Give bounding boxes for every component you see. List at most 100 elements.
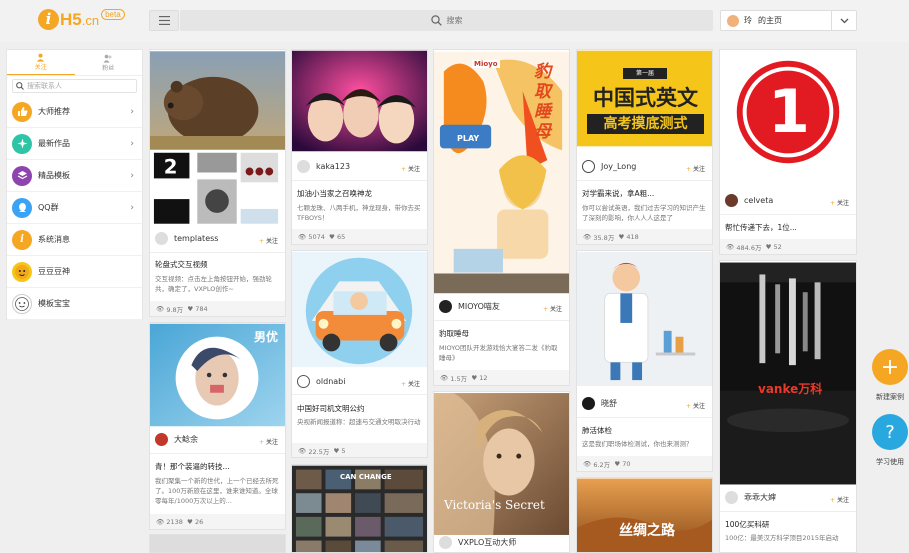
user-home-label: 的主页 — [758, 16, 782, 25]
menu-button[interactable] — [149, 10, 179, 31]
author[interactable]: VXPLO互动大师 — [439, 536, 516, 549]
hamburger-icon — [158, 16, 170, 25]
sidebar-item-template-baby[interactable]: 模板宝宝 — [7, 288, 142, 320]
contact-search-input[interactable]: 搜索联系人 — [12, 79, 137, 93]
author-name: templatess — [174, 234, 219, 243]
play-badge: PLAY — [457, 134, 480, 143]
heart-icon: ♥ — [187, 304, 194, 313]
divider — [150, 252, 285, 253]
view-count: 1.5万 — [450, 374, 468, 383]
user-avatar — [727, 14, 739, 27]
follow-button[interactable]: + 关注 — [401, 164, 420, 173]
work-card[interactable]: 2 templatess + 关注 轮盘式交互视频 交互视频：点击左上角按钮开始… — [149, 49, 286, 317]
layers-icon — [12, 165, 32, 186]
divider — [720, 214, 856, 215]
eye-icon: 👁 — [726, 242, 735, 251]
work-card[interactable]: kaka123 + 关注 加油小当家之召唤神龙 七颗龙珠、八两手机，神龙现身，带… — [291, 49, 428, 245]
sidebar-item-qq-group[interactable]: QQ群 › — [7, 192, 142, 224]
sidebar-item-doudou[interactable]: 豆豆豆神 — [7, 256, 142, 288]
work-card[interactable]: 1 celveta + 关注 帮忙传递下去，1位... 👁 484.6万 ♥ 5… — [719, 49, 857, 255]
like-count: 418 — [626, 232, 639, 241]
sidebar-item-latest-works[interactable]: 最新作品 › — [7, 128, 142, 160]
sidebar-item-label: 精品模板 — [38, 171, 70, 180]
follow-button[interactable]: + 关注 — [686, 164, 705, 173]
eye-icon: 👁 — [298, 232, 307, 241]
follow-button[interactable]: + 关注 — [686, 401, 705, 410]
follow-button[interactable]: + 关注 — [259, 437, 278, 446]
follow-button[interactable]: + 关注 — [543, 304, 562, 313]
work-title: 肺活体检 — [582, 426, 612, 435]
sidebar-item-premium-templates[interactable]: 精品模板 › — [7, 160, 142, 192]
author[interactable]: MIOYO喵友 — [439, 300, 500, 313]
search-input[interactable]: 搜索 — [180, 10, 713, 31]
sidebar-tabs: 关注 粉丝 — [7, 50, 142, 76]
author-name: 乖乖大婶 — [744, 493, 776, 502]
site-logo[interactable]: i H5 .cn beta — [38, 9, 125, 30]
divider — [577, 180, 712, 181]
divider — [150, 453, 285, 454]
author[interactable]: 晓舒 — [582, 397, 617, 410]
author[interactable]: 乖乖大婶 — [725, 491, 776, 504]
bean-avatar-icon — [12, 261, 32, 282]
author[interactable]: Joy_Long — [582, 160, 636, 173]
tab-fans-label: 粉丝 — [102, 64, 115, 72]
work-card[interactable]: vanke万科 乖乖大婶 + 关注 100亿买科研 100亿：最美汉方科学顶目2… — [719, 260, 857, 553]
user-menu[interactable]: 玲 的主页 — [720, 10, 857, 31]
eye-icon: 👁 — [156, 517, 165, 526]
sidebar-item-label: 系统消息 — [38, 235, 70, 244]
divider — [292, 180, 427, 181]
sidebar-item-master-picks[interactable]: 大师推荐 › — [7, 96, 142, 128]
author-avatar — [155, 232, 168, 245]
work-stats: 👁 2138 ♥ 26 — [150, 514, 285, 529]
author[interactable]: oldnabi — [297, 375, 345, 388]
author[interactable]: templatess — [155, 232, 218, 245]
eye-icon: 👁 — [583, 459, 592, 468]
work-card[interactable]: Mioyo 豹取睡母 PLAY MIOYO喵友 + 关注 豹取睡母 MIOYO团… — [433, 49, 570, 386]
follow-button[interactable]: + 关注 — [401, 379, 420, 388]
vanke-thumbnail — [720, 262, 856, 485]
work-title: 青！那个装逼的转技... — [155, 462, 230, 471]
sidebar-item-label: 最新作品 — [38, 139, 70, 148]
sidebar-item-system-messages[interactable]: i 系统消息 — [7, 224, 142, 256]
follow-button[interactable]: + 关注 — [259, 236, 278, 245]
follow-label: 关注 — [692, 166, 705, 173]
author[interactable]: kaka123 — [297, 160, 350, 173]
info-icon: i — [12, 229, 32, 250]
heart-icon: ♥ — [765, 242, 772, 251]
work-card[interactable]: 丝绸之路 — [576, 477, 713, 553]
logo-domain: .cn — [81, 13, 100, 28]
author[interactable]: celveta — [725, 194, 773, 207]
work-title: 中国好司机文明公约 — [297, 404, 365, 413]
tab-fans[interactable]: 粉丝 — [75, 50, 143, 75]
follow-button[interactable]: + 关注 — [830, 198, 849, 207]
tab-following-label: 关注 — [34, 64, 47, 71]
help-label: 学习使用 — [876, 458, 904, 466]
work-card[interactable]: CAN CHANGE — [291, 464, 428, 553]
work-card[interactable]: 第一届 中国式英文 高考摸底测式 Joy_Long + 关注 对学霸来说，拿A粗… — [576, 49, 713, 245]
chevron-down-icon — [840, 18, 848, 23]
work-card[interactable]: 晓舒 + 关注 肺活体检 这是我们职场体检测试，你也来测测？ 👁 6.2万 ♥ … — [576, 250, 713, 472]
work-card[interactable]: Victoria's Secret VXPLO互动大师 — [433, 391, 570, 553]
follow-button[interactable]: + 关注 — [830, 495, 849, 504]
divider — [720, 511, 856, 512]
eye-icon: 👁 — [440, 373, 449, 382]
work-description: 100亿：最美汉方科学顶目2015年启动 — [725, 534, 839, 542]
author-avatar — [582, 160, 595, 173]
help-button[interactable]: ? — [872, 414, 908, 450]
work-description: 我们聚集一个新的世代，上一个已经去所死了。100万新旅在这里，谁来谁知道。全球零… — [155, 477, 279, 505]
work-title: 豹取睡母 — [439, 329, 469, 338]
view-count: 5074 — [308, 232, 325, 241]
user-dropdown-toggle[interactable] — [831, 11, 856, 30]
new-case-button[interactable]: + — [872, 349, 908, 385]
view-count: 35.8万 — [593, 233, 615, 242]
qq-icon — [12, 197, 32, 218]
work-card[interactable]: oldnabi + 关注 中国好司机文明公约 央视新闻报道称：超速与交通文明取决… — [291, 250, 428, 458]
author-avatar — [582, 397, 595, 410]
tab-following[interactable]: 关注 — [7, 50, 75, 75]
user-icon — [37, 53, 45, 62]
author[interactable]: 大鲶余 — [155, 433, 198, 446]
work-card-partial[interactable] — [149, 534, 286, 553]
view-count: 2138 — [166, 517, 183, 526]
victorias-secret-label: Victoria's Secret — [444, 498, 545, 512]
work-card[interactable]: 男优 大鲶余 + 关注 青！那个装逼的转技... 我们聚集一个新的世代，上一个已… — [149, 322, 286, 530]
